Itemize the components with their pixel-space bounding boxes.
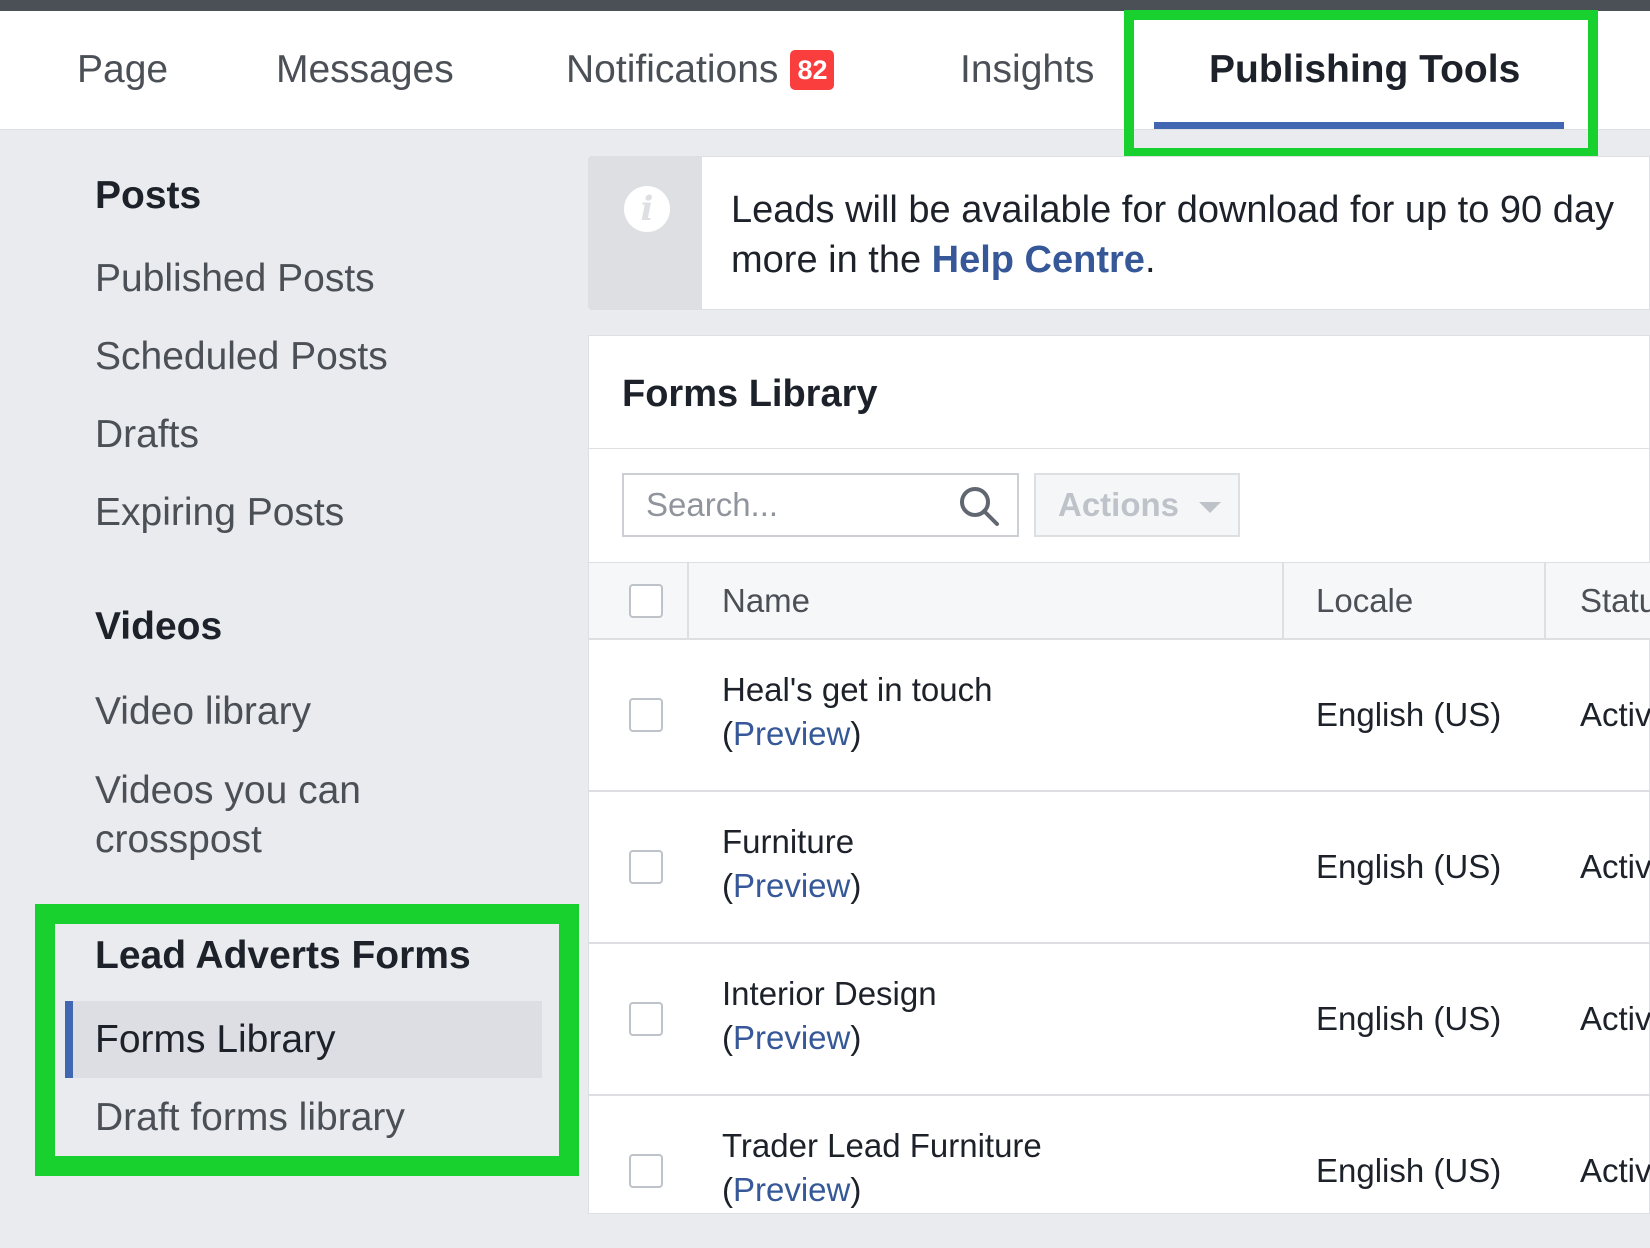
preview-line: (Preview) xyxy=(722,1016,937,1060)
paren-open: ( xyxy=(722,1171,733,1208)
sidebar-heading-posts: Posts xyxy=(95,174,202,217)
row-checkbox[interactable] xyxy=(629,698,663,732)
sidebar-item-drafts[interactable]: Drafts xyxy=(95,410,199,459)
preview-link[interactable]: Preview xyxy=(733,1019,850,1056)
paren-close: ) xyxy=(850,867,862,904)
panel-title: Forms Library xyxy=(622,373,878,415)
column-separator xyxy=(1544,563,1546,639)
tab-notifications[interactable]: Notifications 82 xyxy=(566,11,835,129)
table-header: Name Locale Statu xyxy=(589,562,1650,640)
form-name: Trader Lead Furniture xyxy=(722,1127,1042,1164)
row-checkbox[interactable] xyxy=(629,1002,663,1036)
preview-link[interactable]: Preview xyxy=(733,867,850,904)
chevron-down-icon xyxy=(1199,502,1221,513)
videos-crosspost-line2: crosspost xyxy=(95,818,262,861)
form-name: Interior Design xyxy=(722,975,937,1012)
table-row[interactable]: Interior Design (Preview) English (US) A… xyxy=(589,944,1650,1096)
paren-close: ) xyxy=(850,1171,862,1208)
paren-close: ) xyxy=(850,715,862,752)
preview-link[interactable]: Preview xyxy=(733,715,850,752)
tab-insights-label: Insights xyxy=(960,48,1095,91)
row-checkbox[interactable] xyxy=(629,850,663,884)
tab-notifications-label: Notifications xyxy=(566,48,779,91)
help-centre-link[interactable]: Help Centre xyxy=(932,239,1145,281)
form-name-cell: Heal's get in touch (Preview) xyxy=(722,668,992,756)
column-header-status[interactable]: Statu xyxy=(1580,563,1650,639)
info-icon-area: i xyxy=(589,157,702,309)
sidebar-item-published-posts[interactable]: Published Posts xyxy=(95,254,375,303)
tab-page-label: Page xyxy=(77,48,169,91)
form-name-cell: Furniture (Preview) xyxy=(722,820,861,908)
status-cell: Activ xyxy=(1580,696,1650,733)
locale-cell: English (US) xyxy=(1316,1000,1502,1037)
preview-line: (Preview) xyxy=(722,712,992,756)
info-banner-line2-prefix: more in the xyxy=(731,239,932,281)
row-checkbox[interactable] xyxy=(629,1154,663,1188)
info-banner-text: Leads will be available for download for… xyxy=(731,185,1614,285)
forms-library-panel: Forms Library Search... Actions Name Loc… xyxy=(588,335,1650,1214)
select-all-checkbox[interactable] xyxy=(629,584,663,618)
paren-open: ( xyxy=(722,715,733,752)
column-header-locale[interactable]: Locale xyxy=(1316,563,1413,639)
paren-open: ( xyxy=(722,867,733,904)
sidebar-item-video-library[interactable]: Video library xyxy=(95,687,311,736)
panel-title-divider xyxy=(589,448,1650,449)
locale-cell: English (US) xyxy=(1316,696,1502,733)
preview-link[interactable]: Preview xyxy=(733,1171,850,1208)
info-banner: i Leads will be available for download f… xyxy=(588,156,1650,310)
search-icon[interactable] xyxy=(957,484,1001,528)
sidebar-item-videos-crosspost[interactable]: Videos you can crosspost xyxy=(95,766,361,864)
tab-insights[interactable]: Insights xyxy=(960,11,1094,129)
publishing-tools-highlight-box xyxy=(1124,10,1598,158)
column-separator xyxy=(1282,563,1284,639)
table-row[interactable]: Furniture (Preview) English (US) Activ xyxy=(589,792,1650,944)
preview-line: (Preview) xyxy=(722,864,861,908)
info-banner-line2-suffix: . xyxy=(1144,239,1156,281)
info-icon: i xyxy=(624,186,670,232)
info-banner-line1: Leads will be available for download for… xyxy=(731,189,1615,231)
sidebar-heading-videos: Videos xyxy=(95,605,223,648)
locale-cell: English (US) xyxy=(1316,1152,1502,1189)
info-banner-line2: more in the Help Centre. xyxy=(731,235,1614,285)
table-row[interactable]: Trader Lead Furniture (Preview) English … xyxy=(589,1096,1650,1248)
table-row[interactable]: Heal's get in touch (Preview) English (U… xyxy=(589,640,1650,792)
status-cell: Activ xyxy=(1580,1000,1650,1037)
form-name: Heal's get in touch xyxy=(722,671,993,708)
form-name-cell: Interior Design (Preview) xyxy=(722,972,937,1060)
sidebar-item-expiring-posts[interactable]: Expiring Posts xyxy=(95,488,344,537)
status-cell: Activ xyxy=(1580,848,1650,885)
actions-dropdown[interactable]: Actions xyxy=(1034,473,1240,537)
status-cell: Activ xyxy=(1580,1152,1650,1189)
tab-messages[interactable]: Messages xyxy=(276,11,454,129)
paren-open: ( xyxy=(722,1019,733,1056)
form-name: Furniture xyxy=(722,823,855,860)
paren-close: ) xyxy=(850,1019,862,1056)
preview-line: (Preview) xyxy=(722,1168,1042,1212)
videos-crosspost-line1: Videos you can xyxy=(95,769,361,812)
search-input[interactable]: Search... xyxy=(622,473,1019,537)
locale-cell: English (US) xyxy=(1316,848,1502,885)
lead-forms-highlight-box xyxy=(35,904,579,1176)
tab-messages-label: Messages xyxy=(276,48,454,91)
search-placeholder: Search... xyxy=(646,486,779,523)
column-separator xyxy=(687,563,689,639)
form-name-cell: Trader Lead Furniture (Preview) xyxy=(722,1124,1042,1212)
actions-label: Actions xyxy=(1058,486,1180,523)
sidebar-item-scheduled-posts[interactable]: Scheduled Posts xyxy=(95,332,388,381)
column-header-name[interactable]: Name xyxy=(722,563,810,639)
notifications-count-badge: 82 xyxy=(790,49,835,90)
tab-page[interactable]: Page xyxy=(77,11,168,129)
